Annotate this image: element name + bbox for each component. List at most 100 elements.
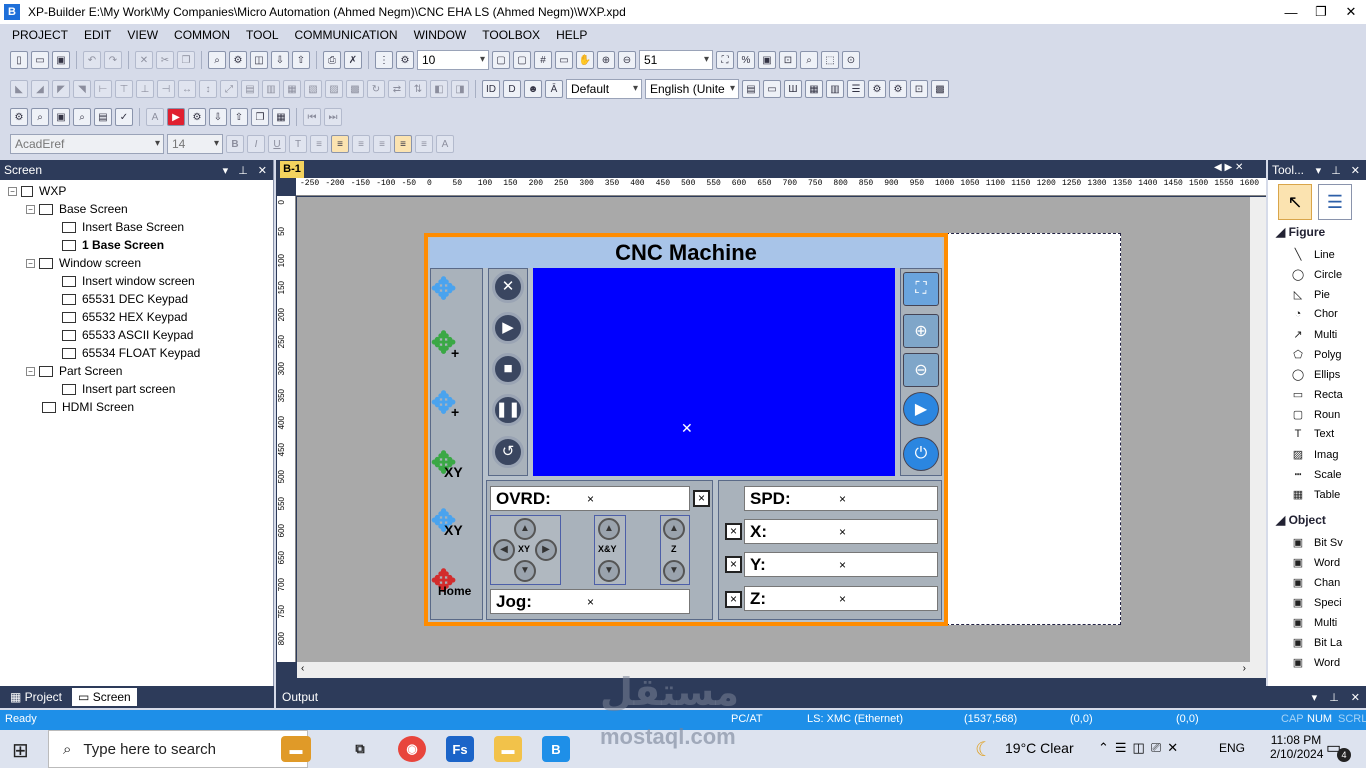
taskbar-search[interactable]: ⌕ Type here to search	[48, 730, 308, 768]
zoom-combo[interactable]: 51	[639, 50, 713, 70]
zoom-out-icon[interactable]: ⊖	[618, 51, 636, 69]
tree-root[interactable]: − WXP	[8, 182, 66, 200]
screen-tab[interactable]: ▭ Screen	[72, 688, 137, 706]
tool-bit-switch[interactable]: ▣ Bit Sv	[1290, 536, 1343, 550]
italic-icon[interactable]: I	[247, 135, 265, 153]
tool-a-icon[interactable]: ⚙	[10, 108, 28, 126]
tool-f-icon[interactable]: ✓	[115, 108, 133, 126]
style-combo[interactable]: Default	[566, 79, 642, 99]
menu-edit[interactable]: EDIT	[76, 28, 119, 42]
jog-right-icon[interactable]: ▶	[535, 539, 557, 561]
project-tab[interactable]: ▦ Project	[4, 688, 68, 706]
jog-left-icon[interactable]: ◀	[493, 539, 515, 561]
jog-xy-down-icon[interactable]: ▼	[598, 560, 620, 582]
jog-down-icon[interactable]: ▼	[514, 560, 536, 582]
distribute-h-icon[interactable]: ⊥	[136, 80, 154, 98]
tree-keypad-ascii[interactable]: 65533 ASCII Keypad	[62, 326, 193, 344]
lock-icon[interactable]: ▨	[325, 80, 343, 98]
tool-bit-lamp[interactable]: ▣ Bit La	[1290, 636, 1342, 650]
menu-window[interactable]: WINDOW	[406, 28, 475, 42]
tree-insert-part-screen[interactable]: Insert part screen	[62, 380, 175, 398]
tool-c-icon[interactable]: ▣	[52, 108, 70, 126]
tool-pie[interactable]: ◺ Pie	[1290, 288, 1330, 302]
same-height-icon[interactable]: ↕	[199, 80, 217, 98]
align-text-center-icon[interactable]: ≡	[331, 135, 349, 153]
y-value[interactable]: ×	[839, 558, 846, 572]
receive-icon[interactable]: ⇧	[230, 108, 248, 126]
stop-cancel-button[interactable]: ✕	[492, 271, 524, 303]
tool-word-lamp[interactable]: ▣ Word	[1290, 656, 1340, 670]
align-right-icon[interactable]: ◤	[52, 80, 70, 98]
settings-icon[interactable]: ⚙	[229, 51, 247, 69]
jog-z-up-icon[interactable]: ▲	[663, 518, 685, 540]
z-checkbox[interactable]: ×	[725, 591, 742, 608]
reset-button[interactable]: ↺	[492, 436, 524, 468]
list-view-icon[interactable]: ☰	[1318, 184, 1352, 220]
align-text-left-icon[interactable]: ≡	[310, 135, 328, 153]
text-style-icon[interactable]: Ā	[545, 80, 563, 98]
task-view-icon[interactable]: ⧉	[346, 736, 374, 762]
zoom-in-display-icon[interactable]: ⊕	[903, 314, 939, 348]
tool-special-switch[interactable]: ▣ Speci	[1290, 596, 1342, 610]
tree-base-screen-1[interactable]: 1 Base Screen	[62, 236, 164, 254]
language-combo[interactable]: English (Unite	[645, 79, 739, 99]
layer-icon[interactable]: ◨	[451, 80, 469, 98]
vertical-scrollbar[interactable]	[1250, 197, 1266, 662]
find-icon[interactable]: ⌕	[208, 51, 226, 69]
tree-keypad-hex[interactable]: 65532 HEX Keypad	[62, 308, 187, 326]
magnify-icon[interactable]: ⌕	[800, 51, 818, 69]
undo-icon[interactable]: ↶	[83, 51, 101, 69]
tool-ellipse[interactable]: ◯ Ellips	[1290, 368, 1340, 382]
layout9-icon[interactable]: ⊡	[910, 80, 928, 98]
tool-table[interactable]: ▦ Table	[1290, 488, 1341, 502]
tool-d-icon[interactable]: ⌕	[73, 108, 91, 126]
send-icon[interactable]: ⇩	[209, 108, 227, 126]
save-icon[interactable]: ▣	[52, 51, 70, 69]
grid-icon[interactable]: ⋮	[375, 51, 393, 69]
layout7-icon[interactable]: ⚙	[868, 80, 886, 98]
tree-insert-base-screen[interactable]: Insert Base Screen	[62, 218, 184, 236]
tab-nav-icons[interactable]: ◀ ▶ ✕	[1214, 162, 1243, 173]
frame2-icon[interactable]: ▢	[513, 51, 531, 69]
align-middle-icon[interactable]: ⊢	[94, 80, 112, 98]
maximize-button[interactable]: ❐	[1306, 4, 1336, 20]
print-icon[interactable]: ⎙	[323, 51, 341, 69]
power-icon[interactable]: ⏻	[903, 437, 939, 471]
font-size-combo[interactable]: 14	[167, 134, 223, 154]
layout6-icon[interactable]: ☰	[847, 80, 865, 98]
file-explorer-icon[interactable]: ▬	[494, 736, 522, 762]
ungroup-icon[interactable]: ▧	[304, 80, 322, 98]
grid-size-combo[interactable]: 10	[417, 50, 489, 70]
chrome-icon[interactable]: ◉	[398, 736, 426, 762]
horizontal-scrollbar[interactable]: ‹ ›	[297, 662, 1266, 678]
jog-up-z-button[interactable]: ✥	[431, 272, 456, 307]
zoom-100-icon[interactable]: %	[737, 51, 755, 69]
unlock-icon[interactable]: ▩	[346, 80, 364, 98]
open-folder-icon[interactable]: ▭	[31, 51, 49, 69]
select-area-icon[interactable]: ⬚	[821, 51, 839, 69]
pan-hand-icon[interactable]: ✋	[576, 51, 594, 69]
z-value[interactable]: ×	[839, 592, 846, 606]
layout4-icon[interactable]: ▦	[805, 80, 823, 98]
distribute-v-icon[interactable]: ⊣	[157, 80, 175, 98]
toolbox-close-icon[interactable]: ✕	[1351, 164, 1360, 177]
clock[interactable]: 11:08 PM 2/10/2024	[1270, 733, 1323, 761]
dock-icon[interactable]: ⊥	[238, 164, 248, 177]
output-pin-icon[interactable]: ▾	[1312, 691, 1318, 704]
run-simulation-icon[interactable]: ▶	[167, 108, 185, 126]
id-icon[interactable]: ID	[482, 80, 500, 98]
menu-toolbox[interactable]: TOOLBOX	[474, 28, 548, 42]
nudge-icon[interactable]: ◧	[430, 80, 448, 98]
layout10-icon[interactable]: ▩	[931, 80, 949, 98]
tree-base-screen[interactable]: − Base Screen	[26, 200, 128, 218]
language-indicator[interactable]: ENG	[1219, 741, 1245, 755]
order-front-icon[interactable]: ▤	[241, 80, 259, 98]
user-icon[interactable]: ☻	[524, 80, 542, 98]
tool-circle[interactable]: ◯ Circle	[1290, 268, 1342, 282]
layout5-icon[interactable]: ▥	[826, 80, 844, 98]
tool-polygon[interactable]: ⬠ Polyg	[1290, 348, 1341, 362]
x-value[interactable]: ×	[839, 525, 846, 539]
select-tool-icon[interactable]: ↖	[1278, 184, 1312, 220]
preview-icon[interactable]: ▣	[758, 51, 776, 69]
xp-builder-taskbar-icon[interactable]: B	[542, 736, 570, 762]
